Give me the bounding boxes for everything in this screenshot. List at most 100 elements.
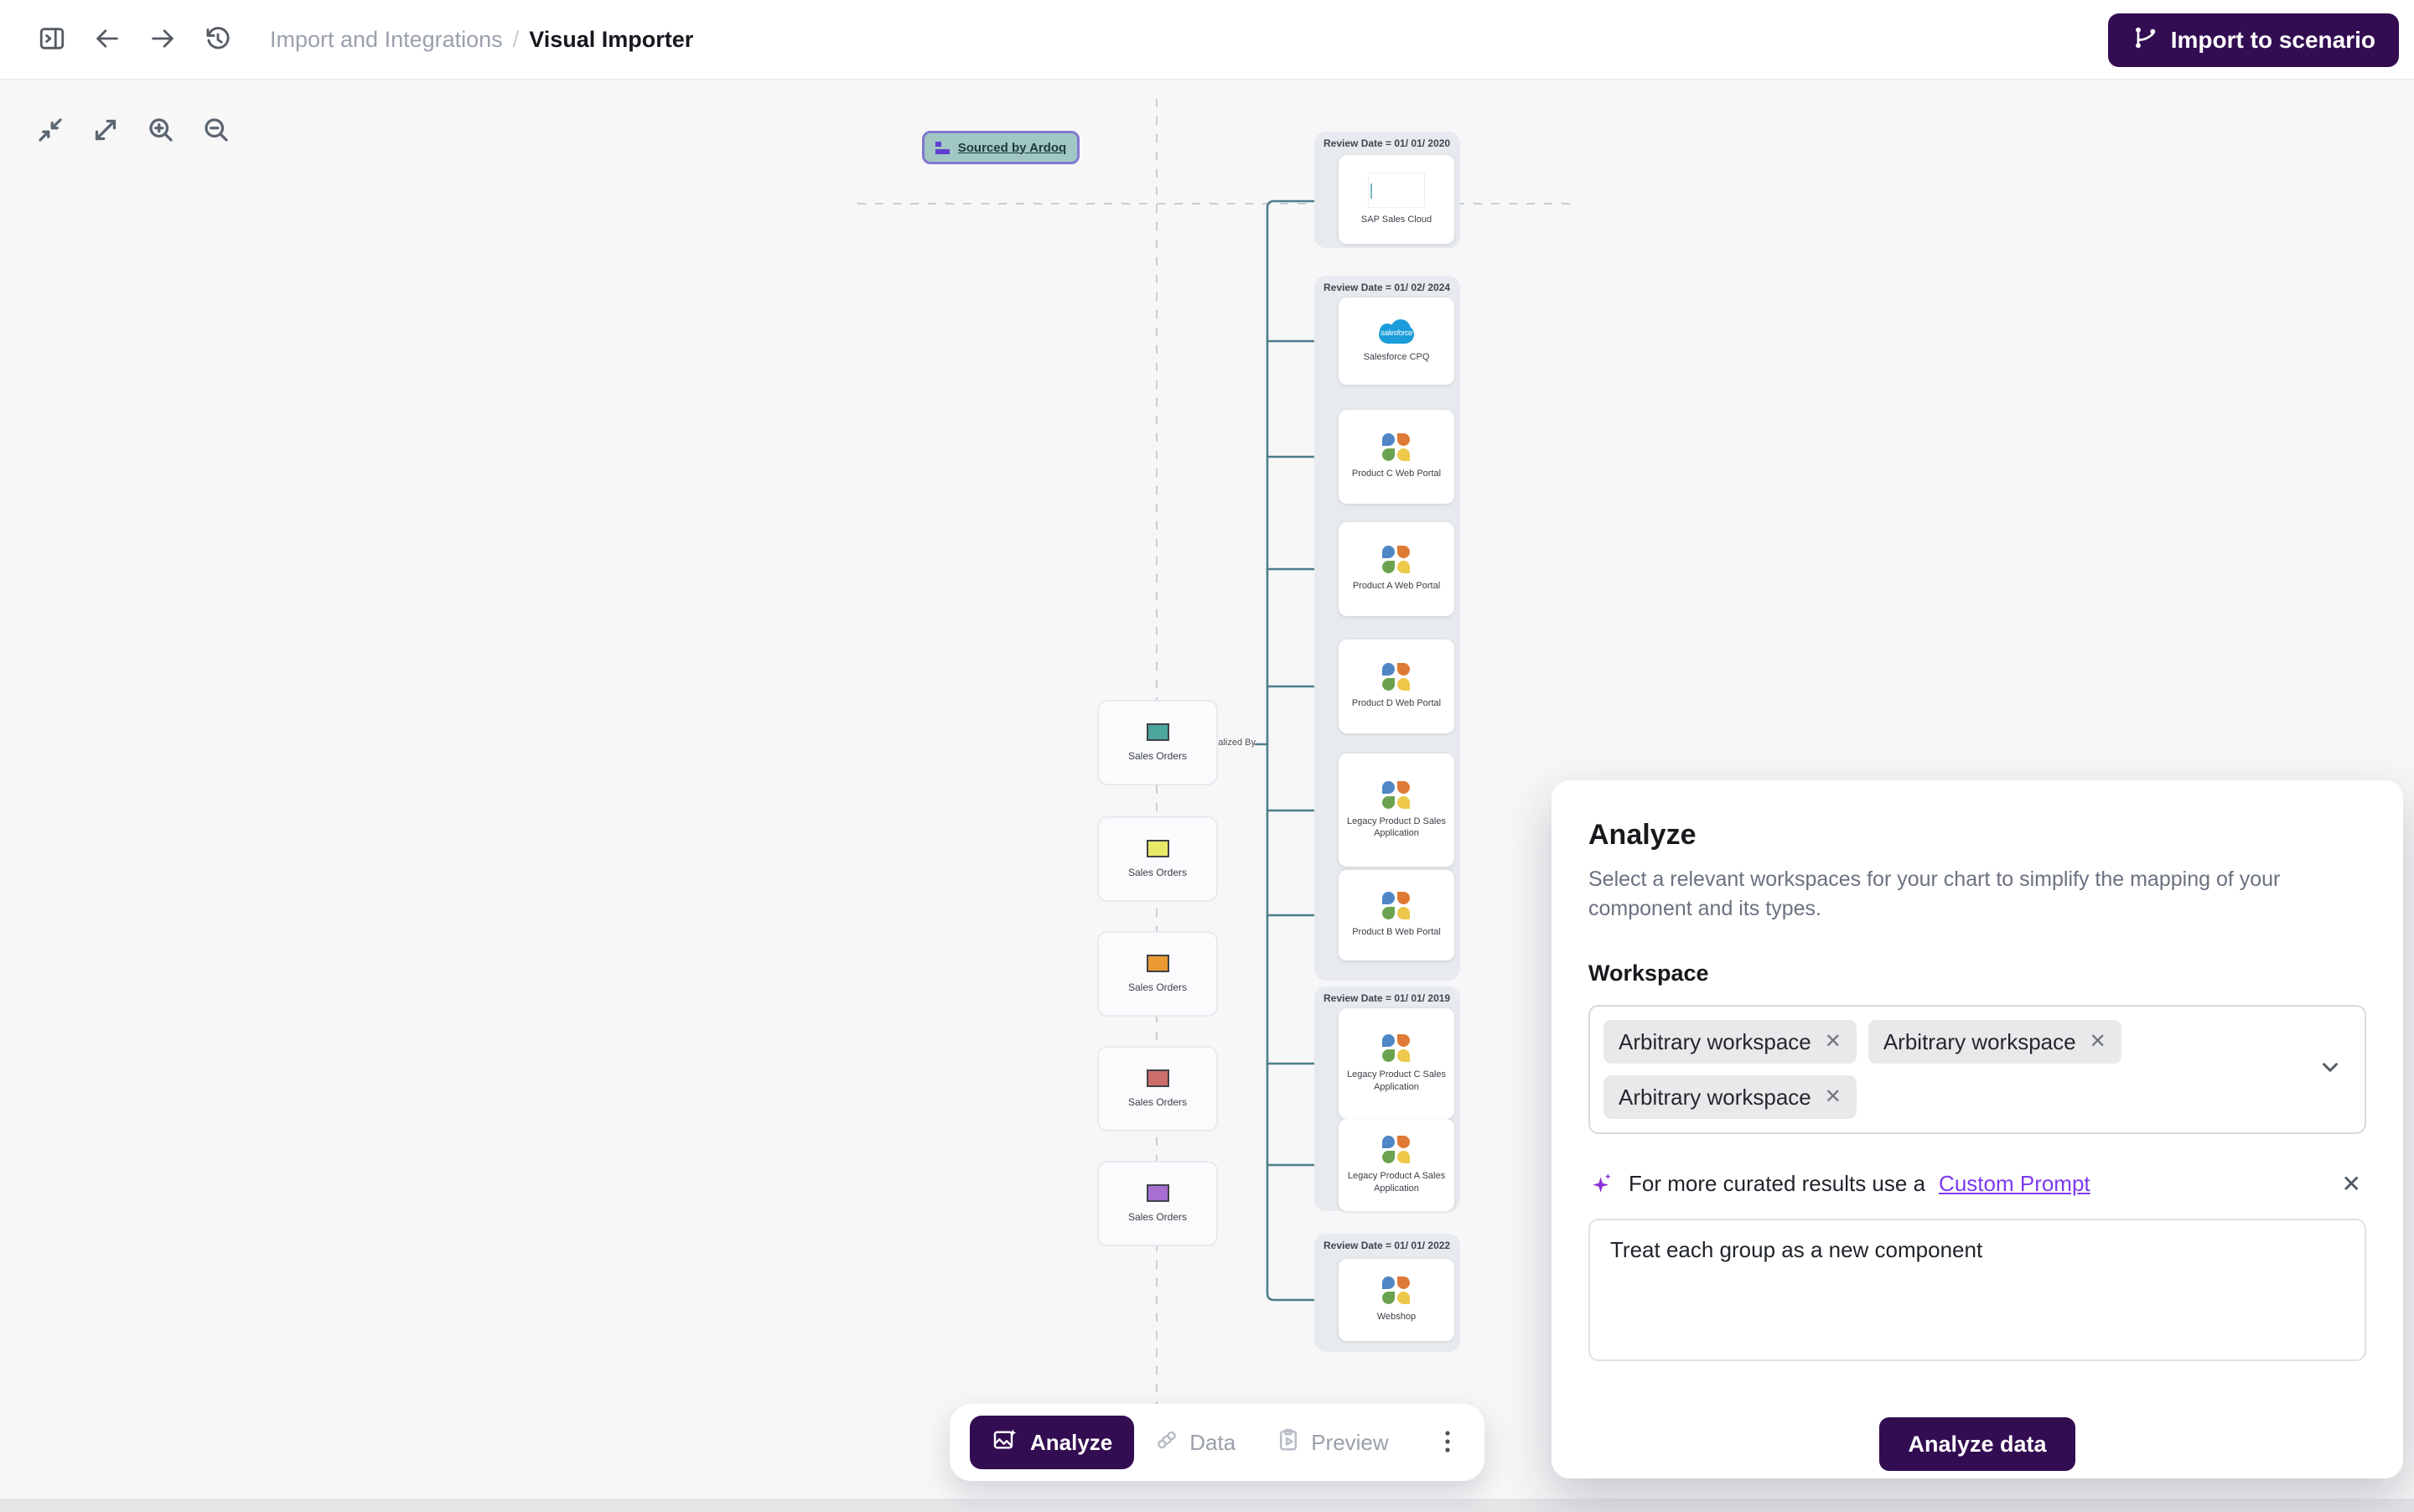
node-label: Sales Orders [1128,1211,1187,1223]
component-color-swatch [1147,723,1169,741]
tab-preview-label: Preview [1311,1430,1388,1456]
group-title: Review Date = 01/ 01/ 2019 [1324,992,1450,1004]
git-branch-icon [2132,24,2158,57]
back-button[interactable] [85,18,129,61]
kebab-menu-icon [1436,1427,1459,1458]
top-bar: Import and Integrations / Visual Importe… [0,0,2414,80]
window-bottom-edge [0,1499,2414,1512]
group-title: Review Date = 01/ 01/ 2022 [1324,1240,1450,1251]
node-label: Legacy Product D Sales Application [1344,816,1449,840]
node-label: Webshop [1377,1311,1416,1323]
salesforce-logo-text: salesforce [1376,329,1417,337]
component-color-swatch [1147,1184,1169,1202]
data-graph-icon [1154,1427,1179,1458]
app-node-product-a-web-portal[interactable]: Product A Web Portal [1339,522,1454,616]
history-icon [204,24,232,55]
sales-orders-node[interactable]: Sales Orders [1097,931,1218,1017]
node-label: Sales Orders [1128,981,1187,993]
chip-remove-icon[interactable]: ✕ [2090,1032,2106,1052]
expand-icon [91,115,121,148]
analyze-data-button[interactable]: Analyze data [1879,1417,2075,1471]
pinwheel-app-icon [1382,781,1411,810]
visual-importer-screen: Import and Integrations / Visual Importe… [0,0,2414,1512]
workspace-label: Workspace [1588,961,2366,986]
app-node-webshop[interactable]: Webshop [1339,1259,1454,1341]
sales-orders-node[interactable]: Sales Orders [1097,700,1218,785]
pinwheel-app-icon [1382,892,1411,920]
fit-to-view-button[interactable] [30,111,70,151]
sourced-by-ardoq-tag[interactable]: Sourced by Ardoq [922,131,1080,164]
app-node-product-b-web-portal[interactable]: Product B Web Portal [1339,870,1454,961]
custom-prompt-textarea[interactable]: Treat each group as a new component [1588,1219,2366,1361]
pinwheel-app-icon [1382,1034,1411,1063]
analyze-panel: Analyze Select a relevant workspaces for… [1551,780,2403,1478]
pinwheel-app-icon [1382,1276,1411,1305]
component-color-swatch [1147,840,1169,857]
app-node-product-d-web-portal[interactable]: Product D Web Portal [1339,639,1454,733]
app-node-legacy-product-a-sales[interactable]: Legacy Product A Sales Application [1339,1119,1454,1211]
blank-image-logo [1368,173,1425,208]
zoom-out-button[interactable] [196,111,236,151]
bottom-mode-toolbar: Analyze Data Preview [950,1404,1484,1481]
close-icon[interactable]: ✕ [2337,1169,2366,1199]
node-label: Sales Orders [1128,867,1187,878]
breadcrumb-current: Visual Importer [529,27,693,53]
pinwheel-app-icon [1382,433,1411,462]
group-title: Review Date = 01/ 02/ 2024 [1324,282,1450,293]
sourced-tag-label: Sourced by Ardoq [958,141,1066,155]
sidebar-toggle-button[interactable] [30,18,74,61]
tab-analyze-label: Analyze [1030,1430,1112,1456]
app-node-salesforce-cpq[interactable]: salesforce Salesforce CPQ [1339,298,1454,385]
workspace-multiselect[interactable]: Arbitrary workspace ✕ Arbitrary workspac… [1588,1005,2366,1134]
tab-preview[interactable]: Preview [1256,1416,1408,1469]
group-title: Review Date = 01/ 01/ 2020 [1324,137,1450,149]
pinwheel-app-icon [1382,663,1411,691]
prompt-hint-text: For more curated results use a [1629,1171,1925,1197]
forward-button[interactable] [141,18,184,61]
panel-toggle-icon [38,24,66,55]
tab-analyze[interactable]: Analyze [970,1416,1134,1469]
panel-actions: Analyze data [1588,1417,2366,1471]
breadcrumb: Import and Integrations / Visual Importe… [270,27,693,53]
expand-view-button[interactable] [85,111,126,151]
tab-data-label: Data [1189,1430,1235,1456]
sales-orders-node[interactable]: Sales Orders [1097,816,1218,902]
zoom-in-button[interactable] [141,111,181,151]
node-label: Sales Orders [1128,750,1187,762]
collapse-icon [35,115,65,148]
node-label: Product D Web Portal [1352,697,1441,709]
pinwheel-app-icon [1382,1136,1411,1164]
tab-data[interactable]: Data [1134,1416,1256,1469]
workspace-chip-label: Arbitrary workspace [1619,1029,1811,1055]
sales-orders-node[interactable]: Sales Orders [1097,1046,1218,1131]
bar-chart-icon [935,142,950,154]
app-node-legacy-product-c-sales[interactable]: Legacy Product C Sales Application [1339,1008,1454,1119]
app-node-legacy-product-d-sales[interactable]: Legacy Product D Sales Application [1339,753,1454,867]
chip-remove-icon[interactable]: ✕ [1825,1032,1842,1052]
sales-orders-node[interactable]: Sales Orders [1097,1161,1218,1246]
node-label: Sales Orders [1128,1096,1187,1108]
import-to-scenario-button[interactable]: Import to scenario [2108,13,2399,67]
workspace-chip: Arbitrary workspace ✕ [1603,1075,1857,1119]
panel-description: Select a relevant workspaces for your ch… [1588,865,2343,924]
image-sparkle-icon [992,1427,1018,1459]
zoom-in-icon [146,115,176,148]
component-color-swatch [1147,1069,1169,1087]
node-label: Legacy Product A Sales Application [1344,1170,1449,1194]
app-node-product-c-web-portal[interactable]: Product C Web Portal [1339,410,1454,504]
breadcrumb-parent[interactable]: Import and Integrations [270,27,503,53]
history-button[interactable] [196,18,240,61]
custom-prompt-link[interactable]: Custom Prompt [1939,1171,2090,1197]
chevron-down-icon[interactable] [2318,1055,2343,1085]
chip-remove-icon[interactable]: ✕ [1825,1087,1842,1107]
canvas-toolbar [30,111,236,151]
clipboard-play-icon [1276,1427,1301,1458]
more-options-button[interactable] [1431,1427,1464,1458]
salesforce-cloud-icon: salesforce [1376,318,1417,345]
node-label: SAP Sales Cloud [1361,214,1432,225]
app-node-sap-sales-cloud[interactable]: SAP Sales Cloud [1339,155,1454,244]
breadcrumb-separator: / [513,27,520,53]
node-label: Product A Web Portal [1353,580,1440,592]
node-label: Salesforce CPQ [1364,351,1430,363]
workspace-chip-label: Arbitrary workspace [1619,1085,1811,1111]
